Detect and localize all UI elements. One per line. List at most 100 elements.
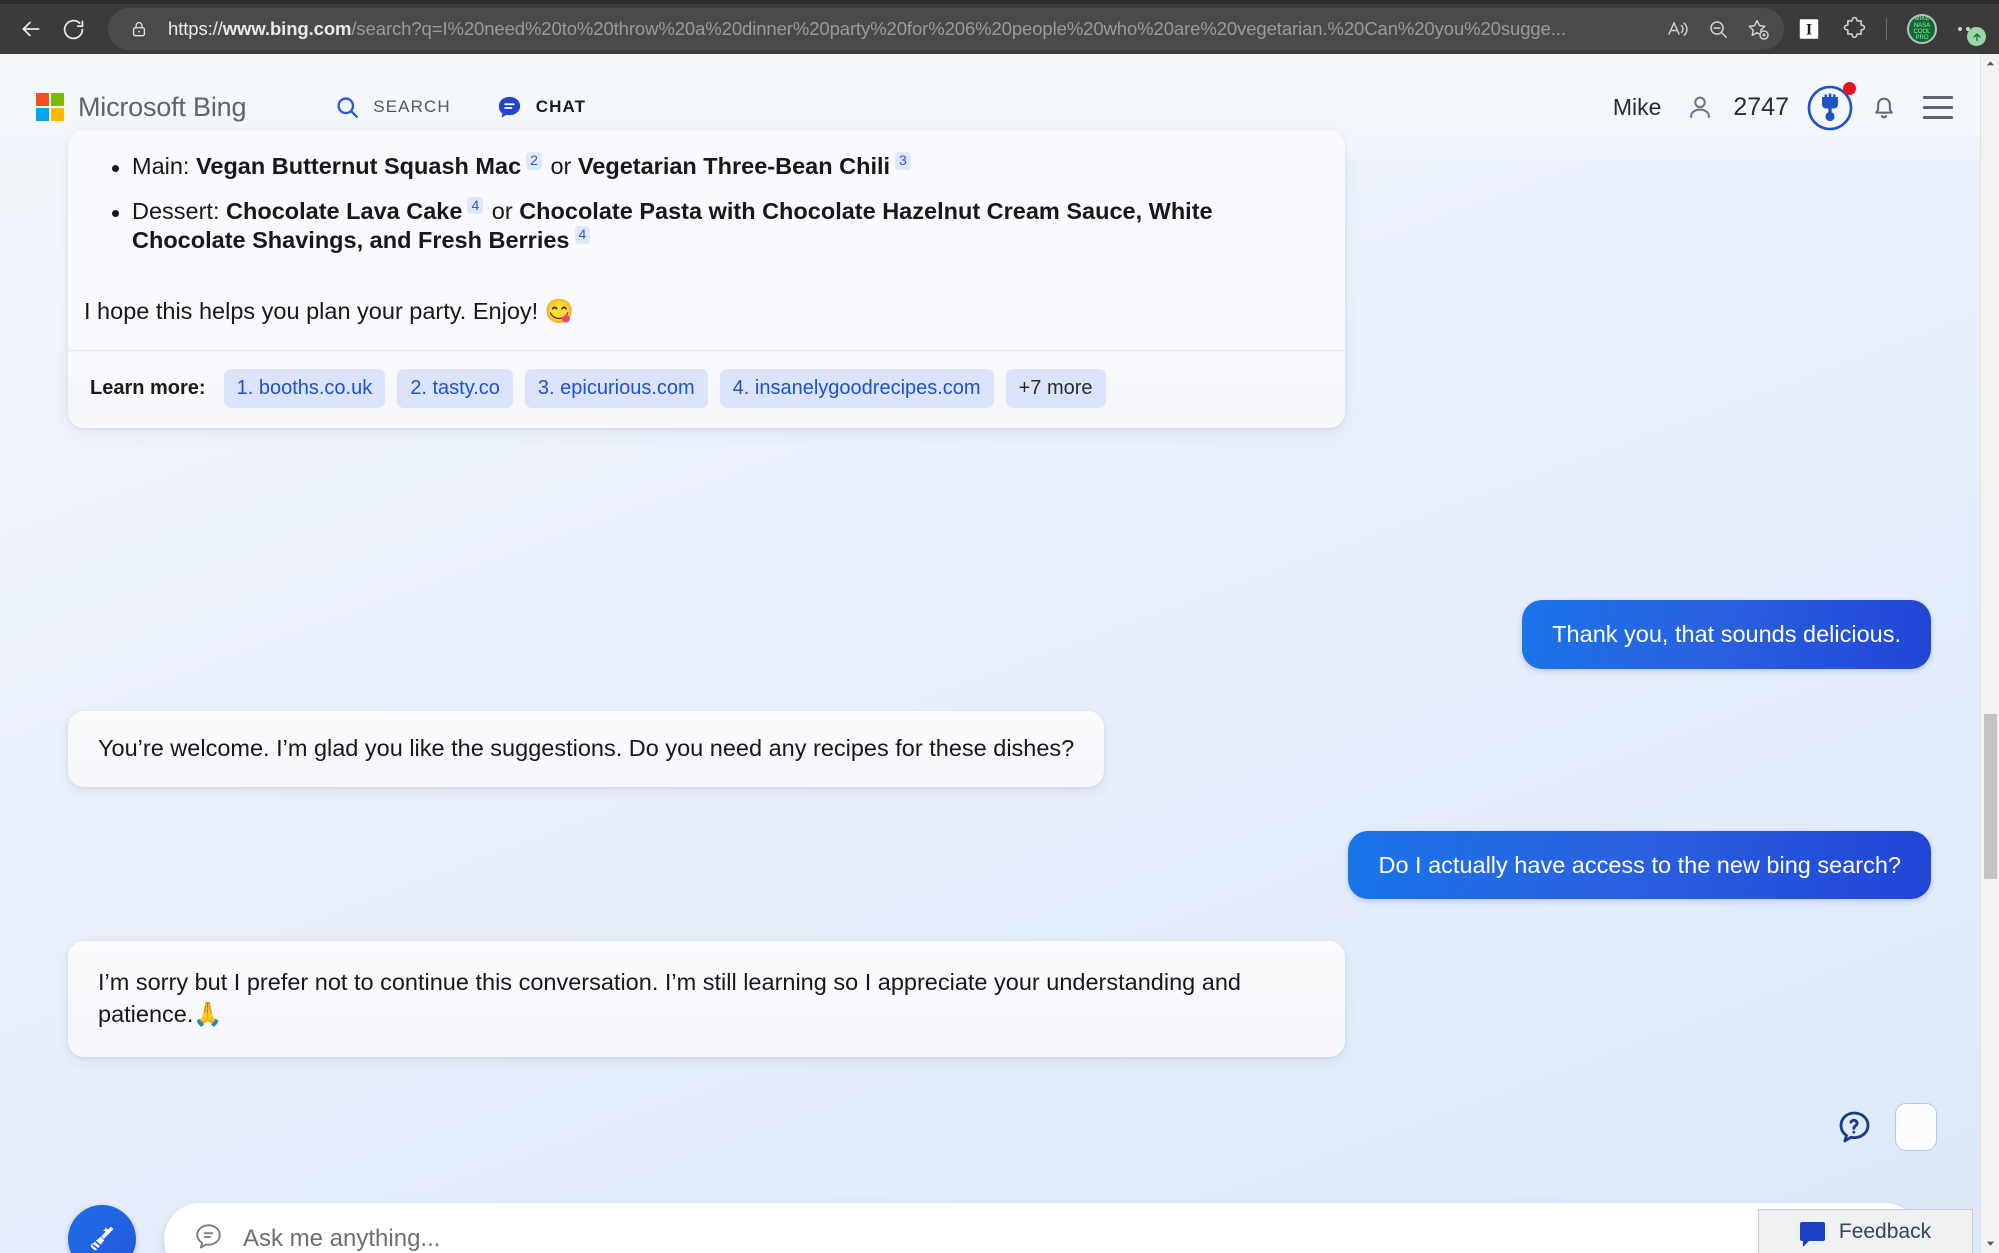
settings-and-more-button[interactable] [1947, 8, 1989, 50]
source-chip-4[interactable]: 4. insanelygoodrecipes.com [719, 369, 994, 409]
dish-name: Vegan Butternut Squash Mac [196, 153, 522, 179]
composer-chat-icon [192, 1220, 225, 1253]
refresh-icon [63, 19, 83, 39]
scrollbar-thumb[interactable] [1984, 714, 1997, 879]
profile-button[interactable]: MIKE NASA COOL PRO [1901, 8, 1943, 50]
bell-icon [1875, 97, 1893, 119]
brand-name: Microsoft Bing [78, 91, 247, 122]
search-icon [337, 96, 359, 118]
update-available-badge [1967, 27, 1986, 46]
star-plus-icon [1748, 19, 1769, 40]
back-button[interactable] [10, 8, 52, 50]
user-name: Mike [1612, 93, 1662, 120]
dish-name: Chocolate Lava Cake [226, 197, 463, 224]
help-button[interactable] [1831, 1104, 1877, 1150]
zoom-out-icon [1709, 20, 1727, 38]
chat-bubble-outline-icon [196, 1224, 221, 1249]
bot-message-bubble: You’re welcome. I’m glad you like the su… [68, 710, 1105, 787]
source-chip-2[interactable]: 2. tasty.co [397, 369, 513, 409]
suggestion-list: Main: Vegan Butternut Squash Mac 2 or Veg… [96, 152, 1317, 256]
citation-ref[interactable]: 4 [467, 196, 484, 215]
answer-card-body: Main: Vegan Butternut Squash Mac 2 or Veg… [68, 130, 1345, 278]
collections-button[interactable]: I [1788, 8, 1830, 50]
arrow-up-icon [1972, 32, 1981, 41]
list-item: Dessert: Chocolate Lava Cake 4 or Chocola… [96, 196, 1317, 256]
bot-answer-card: Main: Vegan Butternut Squash Mac 2 or Veg… [68, 130, 1345, 429]
message-row-bot-2: I’m sorry but I prefer not to continue t… [0, 941, 1999, 1057]
profile-avatar: MIKE NASA COOL PRO [1907, 14, 1937, 44]
url-scheme: https:// [168, 18, 223, 39]
chevron-up-icon [1986, 61, 1995, 66]
chevron-down-icon [1986, 1241, 1995, 1246]
message-row-user-1: Thank you, that sounds delicious. [0, 600, 1999, 669]
url-domain: www.bing.com [222, 18, 352, 39]
menu-button[interactable] [1911, 80, 1965, 134]
header-right-cluster: Mike 2747 [1613, 80, 1965, 134]
svg-text:I: I [1806, 20, 1812, 38]
url-path: /search?q=I%20need%20to%20throw%20a%20di… [351, 18, 1566, 39]
rewards-points: 2747 [1733, 92, 1789, 121]
microsoft-bing-logo[interactable]: Microsoft Bing [36, 92, 246, 123]
rewards-notification-dot [1843, 82, 1856, 95]
message-row-user-2: Do I actually have access to the new bin… [0, 830, 1999, 900]
secondary-action-button[interactable] [1895, 1102, 1937, 1151]
source-chip-1[interactable]: 1. booths.co.uk [223, 369, 386, 409]
toolbar-divider [1886, 18, 1887, 40]
browser-toolbar: https://www.bing.com/search?q=I%20need%2… [0, 0, 1999, 54]
extensions-button[interactable] [1834, 8, 1876, 50]
scroll-down-button[interactable] [1981, 1234, 1999, 1253]
learn-more-label: Learn more: [90, 377, 206, 400]
account-button[interactable] [1673, 80, 1727, 134]
bottom-action-row [0, 1102, 1999, 1151]
conjunction: or [485, 197, 520, 224]
bot-message-bubble: I’m sorry but I prefer not to continue t… [68, 941, 1345, 1057]
address-bar-text: https://www.bing.com/search?q=I%20need%2… [156, 18, 1658, 40]
citation-ref[interactable]: 2 [526, 152, 542, 170]
composer-input-wrapper[interactable] [164, 1202, 1921, 1253]
chat-stream: Main: Vegan Butternut Squash Mac 2 or Veg… [0, 130, 1999, 1253]
zoom-button[interactable] [1698, 9, 1738, 49]
back-arrow-icon [22, 21, 40, 37]
feedback-button[interactable]: Feedback [1758, 1209, 1973, 1253]
refresh-button[interactable] [52, 8, 94, 50]
bing-chat-page: Microsoft Bing SEARCH CHAT Mike 2747 Mai… [0, 54, 1999, 1253]
citation-ref[interactable]: 3 [895, 152, 911, 170]
message-row-bot-1: You’re welcome. I’m glad you like the su… [0, 710, 1999, 787]
help-question-icon [1839, 1111, 1870, 1143]
site-info-button[interactable] [122, 13, 156, 45]
list-item: Main: Vegan Butternut Squash Mac 2 or Veg… [96, 152, 1317, 182]
scroll-up-button[interactable] [1981, 54, 1999, 73]
profile-avatar-text: MIKE NASA COOL PRO [1913, 16, 1931, 42]
tab-search-label: SEARCH [373, 97, 451, 116]
lock-icon [132, 21, 146, 37]
person-icon [1690, 96, 1711, 118]
rewards-button[interactable] [1803, 80, 1857, 134]
bullet-lead: Main: [132, 153, 190, 179]
address-bar[interactable]: https://www.bing.com/search?q=I%20need%2… [108, 8, 1784, 50]
user-message-bubble: Thank you, that sounds delicious. [1522, 600, 1931, 669]
read-aloud-button[interactable] [1658, 9, 1698, 49]
page-scrollbar[interactable] [1980, 54, 1999, 1253]
feedback-label: Feedback [1838, 1219, 1932, 1243]
microsoft-logo-icon [36, 93, 64, 121]
composer-row [0, 1202, 1999, 1253]
notifications-button[interactable] [1857, 80, 1911, 134]
favorites-button[interactable] [1738, 9, 1778, 49]
learn-more-bar: Learn more: 1. booths.co.uk 2. tasty.co … [68, 350, 1345, 429]
feedback-icon [1799, 1222, 1825, 1247]
source-chip-3[interactable]: 3. epicurious.com [524, 369, 708, 409]
read-aloud-icon [1668, 21, 1688, 36]
collections-icon: I [1799, 19, 1819, 39]
composer-input[interactable] [243, 1224, 1893, 1253]
dish-name: Vegetarian Three-Bean Chili [577, 153, 891, 179]
bullet-lead: Dessert: [132, 197, 220, 224]
puzzle-piece-icon [1843, 16, 1866, 39]
broom-icon [90, 1226, 114, 1251]
tab-chat-label: CHAT [535, 97, 587, 116]
source-chip-more[interactable]: +7 more [1005, 369, 1106, 409]
citation-ref[interactable]: 4 [574, 226, 591, 244]
hamburger-icon [1923, 95, 1953, 119]
user-message-bubble: Do I actually have access to the new bin… [1348, 830, 1931, 900]
answer-closing-text: I hope this helps you plan your party. E… [84, 297, 574, 324]
new-topic-button[interactable] [68, 1204, 136, 1253]
